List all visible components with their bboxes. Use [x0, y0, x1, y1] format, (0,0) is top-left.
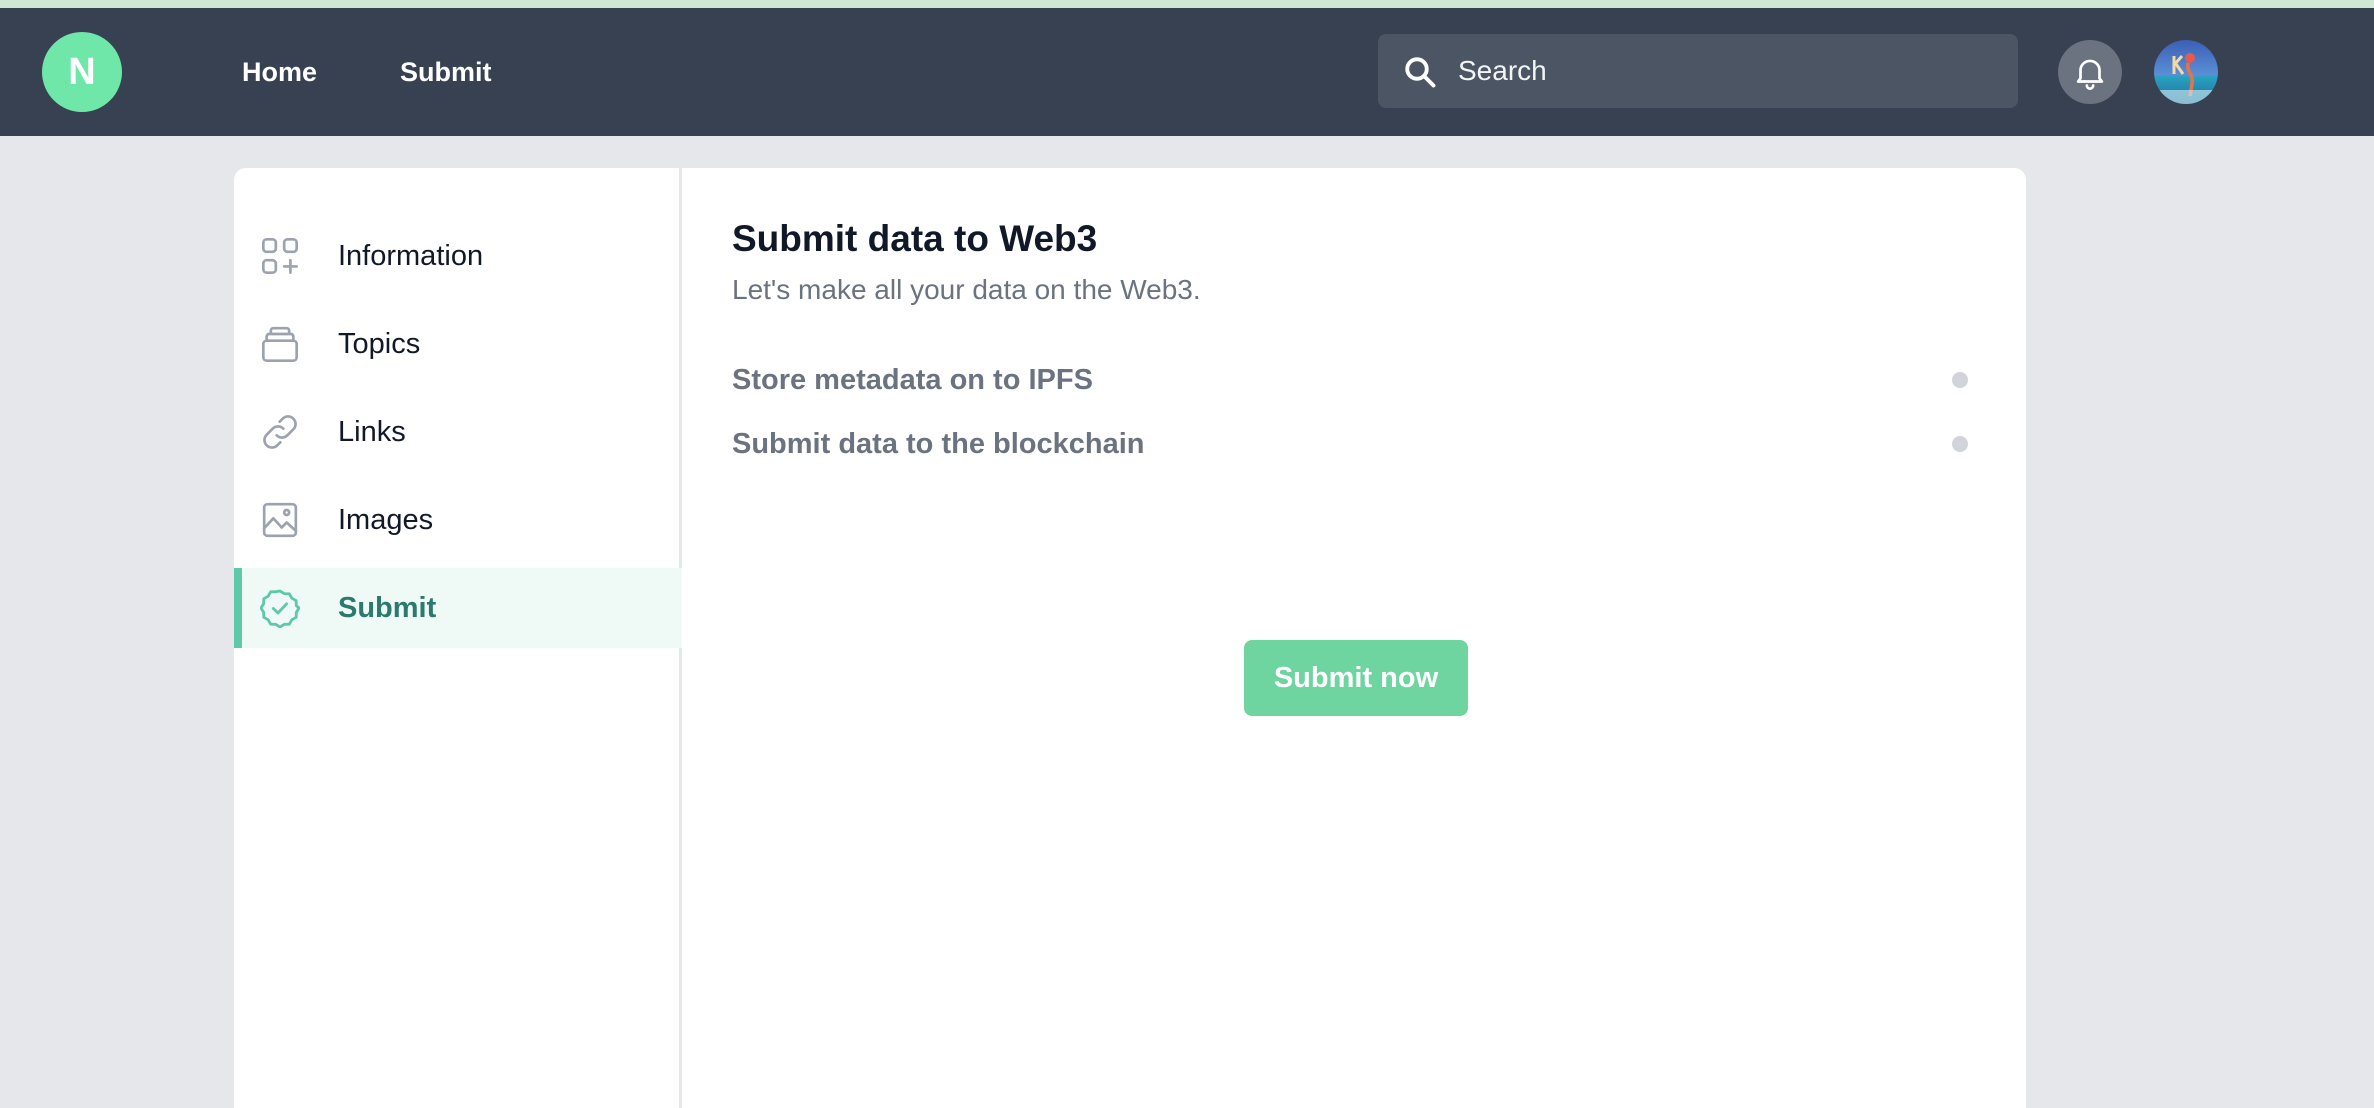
search-input[interactable] [1458, 34, 1998, 108]
stack-icon [262, 326, 298, 362]
app-logo[interactable]: N [42, 32, 122, 112]
sidebar-item-submit[interactable]: Submit [234, 568, 682, 648]
sidebar-item-label: Links [338, 416, 406, 448]
badge-check-icon [260, 589, 300, 628]
main-card: Information Topics Links Images Submit S… [234, 168, 2026, 1108]
image-icon [262, 502, 298, 538]
search-box[interactable] [1378, 34, 2018, 108]
step-item-ipfs: Store metadata on to IPFS [732, 358, 1972, 402]
user-avatar[interactable] [2154, 40, 2218, 104]
search-icon [1405, 57, 1436, 88]
grid-plus-icon [262, 238, 298, 274]
page-subtitle: Let's make all your data on the Web3. [732, 274, 1201, 305]
nav-submit-link[interactable]: Submit [400, 52, 492, 92]
sidebar-item-links[interactable]: Links [234, 392, 682, 472]
page-title: Submit data to Web3 [732, 218, 1098, 259]
sidebar-item-label: Topics [338, 328, 421, 360]
sidebar-item-topics[interactable]: Topics [234, 304, 682, 384]
submit-now-button[interactable]: Submit now [1244, 640, 1468, 716]
navbar: N Home Submit [0, 8, 2374, 136]
step-label: Store metadata on to IPFS [732, 364, 1093, 396]
sidebar-item-label: Information [338, 240, 484, 272]
sidebar: Information Topics Links Images Submit [234, 168, 682, 1108]
bell-icon [2076, 59, 2104, 90]
notifications-button[interactable] [2058, 40, 2122, 104]
step-status-dot [1952, 372, 1968, 388]
link-icon [263, 415, 297, 449]
sidebar-item-label: Submit [338, 592, 437, 624]
step-label: Submit data to the blockchain [732, 428, 1145, 460]
sidebar-item-images[interactable]: Images [234, 480, 682, 560]
sidebar-item-information[interactable]: Information [234, 216, 682, 296]
nav-home-link[interactable]: Home [242, 52, 317, 92]
step-status-dot [1952, 436, 1968, 452]
step-item-blockchain: Submit data to the blockchain [732, 422, 1972, 466]
sidebar-item-label: Images [338, 504, 434, 536]
avatar-image [2154, 40, 2218, 104]
top-strip [0, 0, 2374, 8]
